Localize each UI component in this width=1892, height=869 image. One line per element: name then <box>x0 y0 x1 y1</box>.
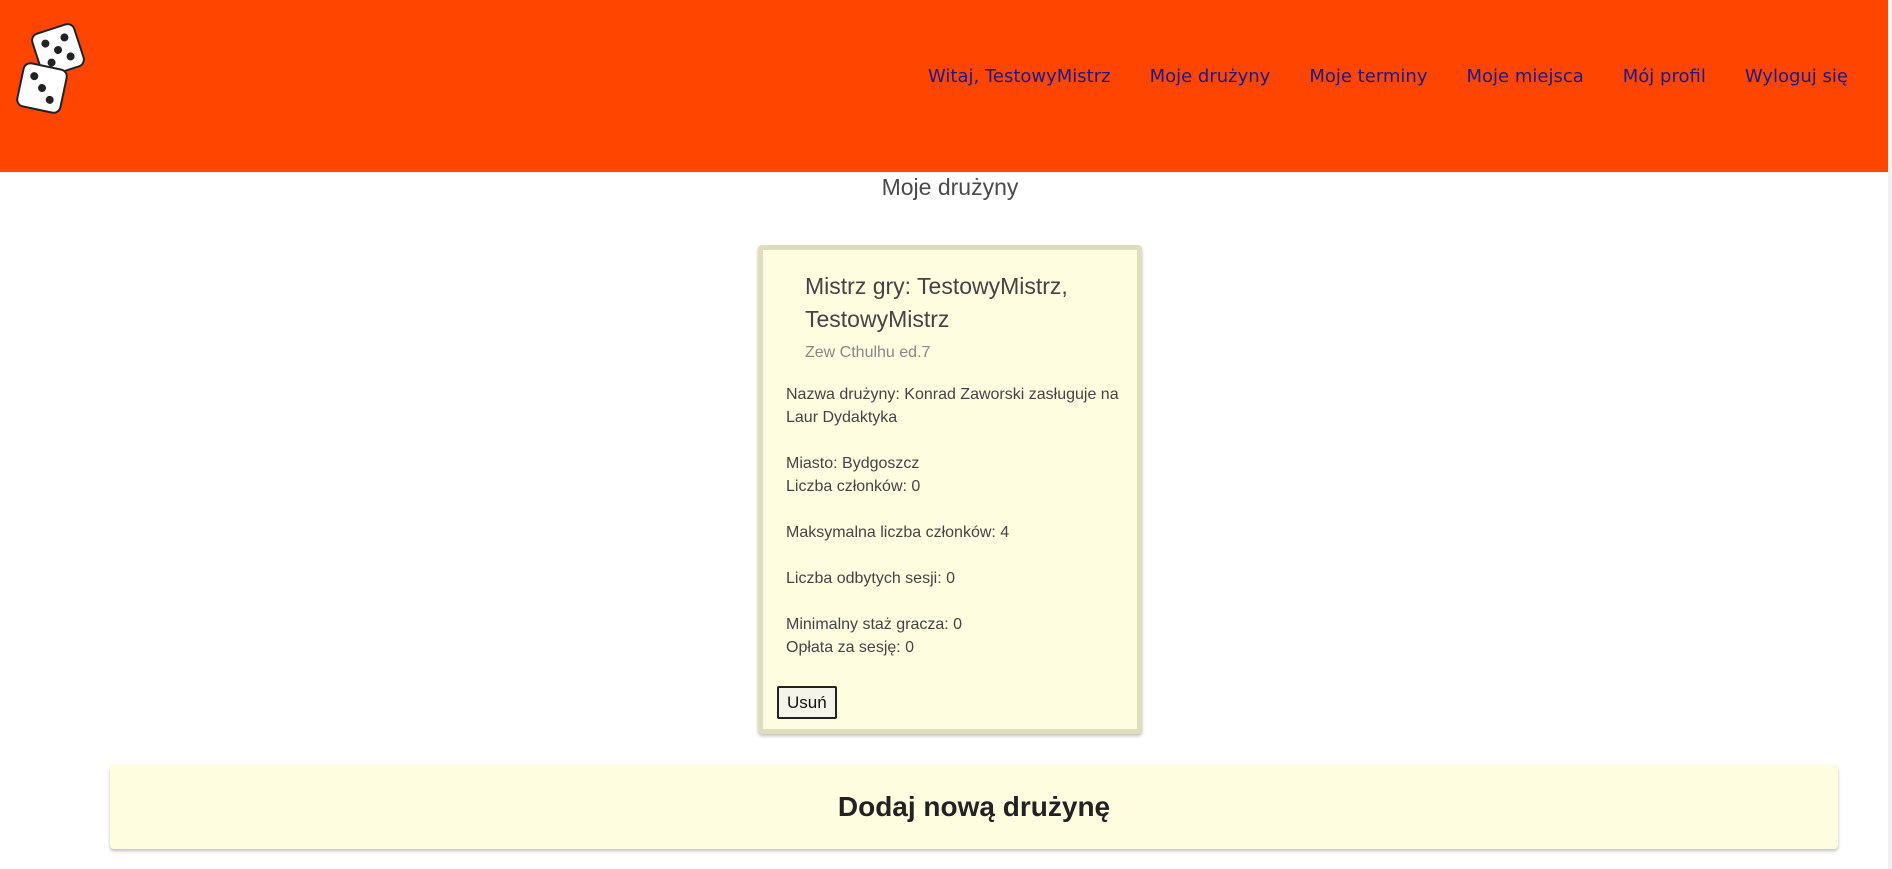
nav-welcome-link[interactable]: Witaj, TestowyMistrz <box>928 66 1111 87</box>
add-team-heading[interactable]: Dodaj nową drużynę <box>110 765 1838 849</box>
nav-logout-link[interactable]: Wyloguj się <box>1745 66 1848 87</box>
team-name-text: Nazwa drużyny: Konrad Zaworski zasługuje… <box>786 386 1119 426</box>
team-card-details: Nazwa drużyny: Konrad Zaworski zasługuje… <box>786 383 1126 659</box>
scrollbar-track[interactable] <box>1888 0 1892 869</box>
team-city-text: Miasto: Bydgoszcz <box>786 455 920 472</box>
site-header: Witaj, TestowyMistrz Moje drużyny Moje t… <box>0 0 1888 172</box>
nav-my-dates-link[interactable]: Moje terminy <box>1309 66 1427 87</box>
add-team-panel[interactable]: Dodaj nową drużynę <box>110 765 1838 849</box>
team-min-experience-text: Minimalny staż gracza: 0 <box>786 616 963 633</box>
team-card-title: Mistrz gry: TestowyMistrz, TestowyMistrz <box>805 273 1068 332</box>
nav-my-profile-link[interactable]: Mój profil <box>1623 66 1706 87</box>
nav-my-teams-link[interactable]: Moje drużyny <box>1150 66 1271 87</box>
team-card-game-system: Zew Cthulhu ed.7 <box>805 344 931 361</box>
dice-logo-icon[interactable] <box>14 20 98 116</box>
team-sessions-text: Liczba odbytych sesji: 0 <box>786 570 955 587</box>
main-nav: Witaj, TestowyMistrz Moje drużyny Moje t… <box>889 66 1848 87</box>
team-card: Mistrz gry: TestowyMistrz, TestowyMistrz… <box>758 245 1142 734</box>
team-max-members-text: Maksymalna liczba członków: 4 <box>786 524 1010 541</box>
page-title: Moje drużyny <box>881 174 1019 200</box>
nav-my-places-link[interactable]: Moje miejsca <box>1467 66 1584 87</box>
delete-team-button[interactable]: Usuń <box>777 686 837 719</box>
team-members-text: Liczba członków: 0 <box>786 478 921 495</box>
team-fee-text: Opłata za sesję: 0 <box>786 639 915 656</box>
